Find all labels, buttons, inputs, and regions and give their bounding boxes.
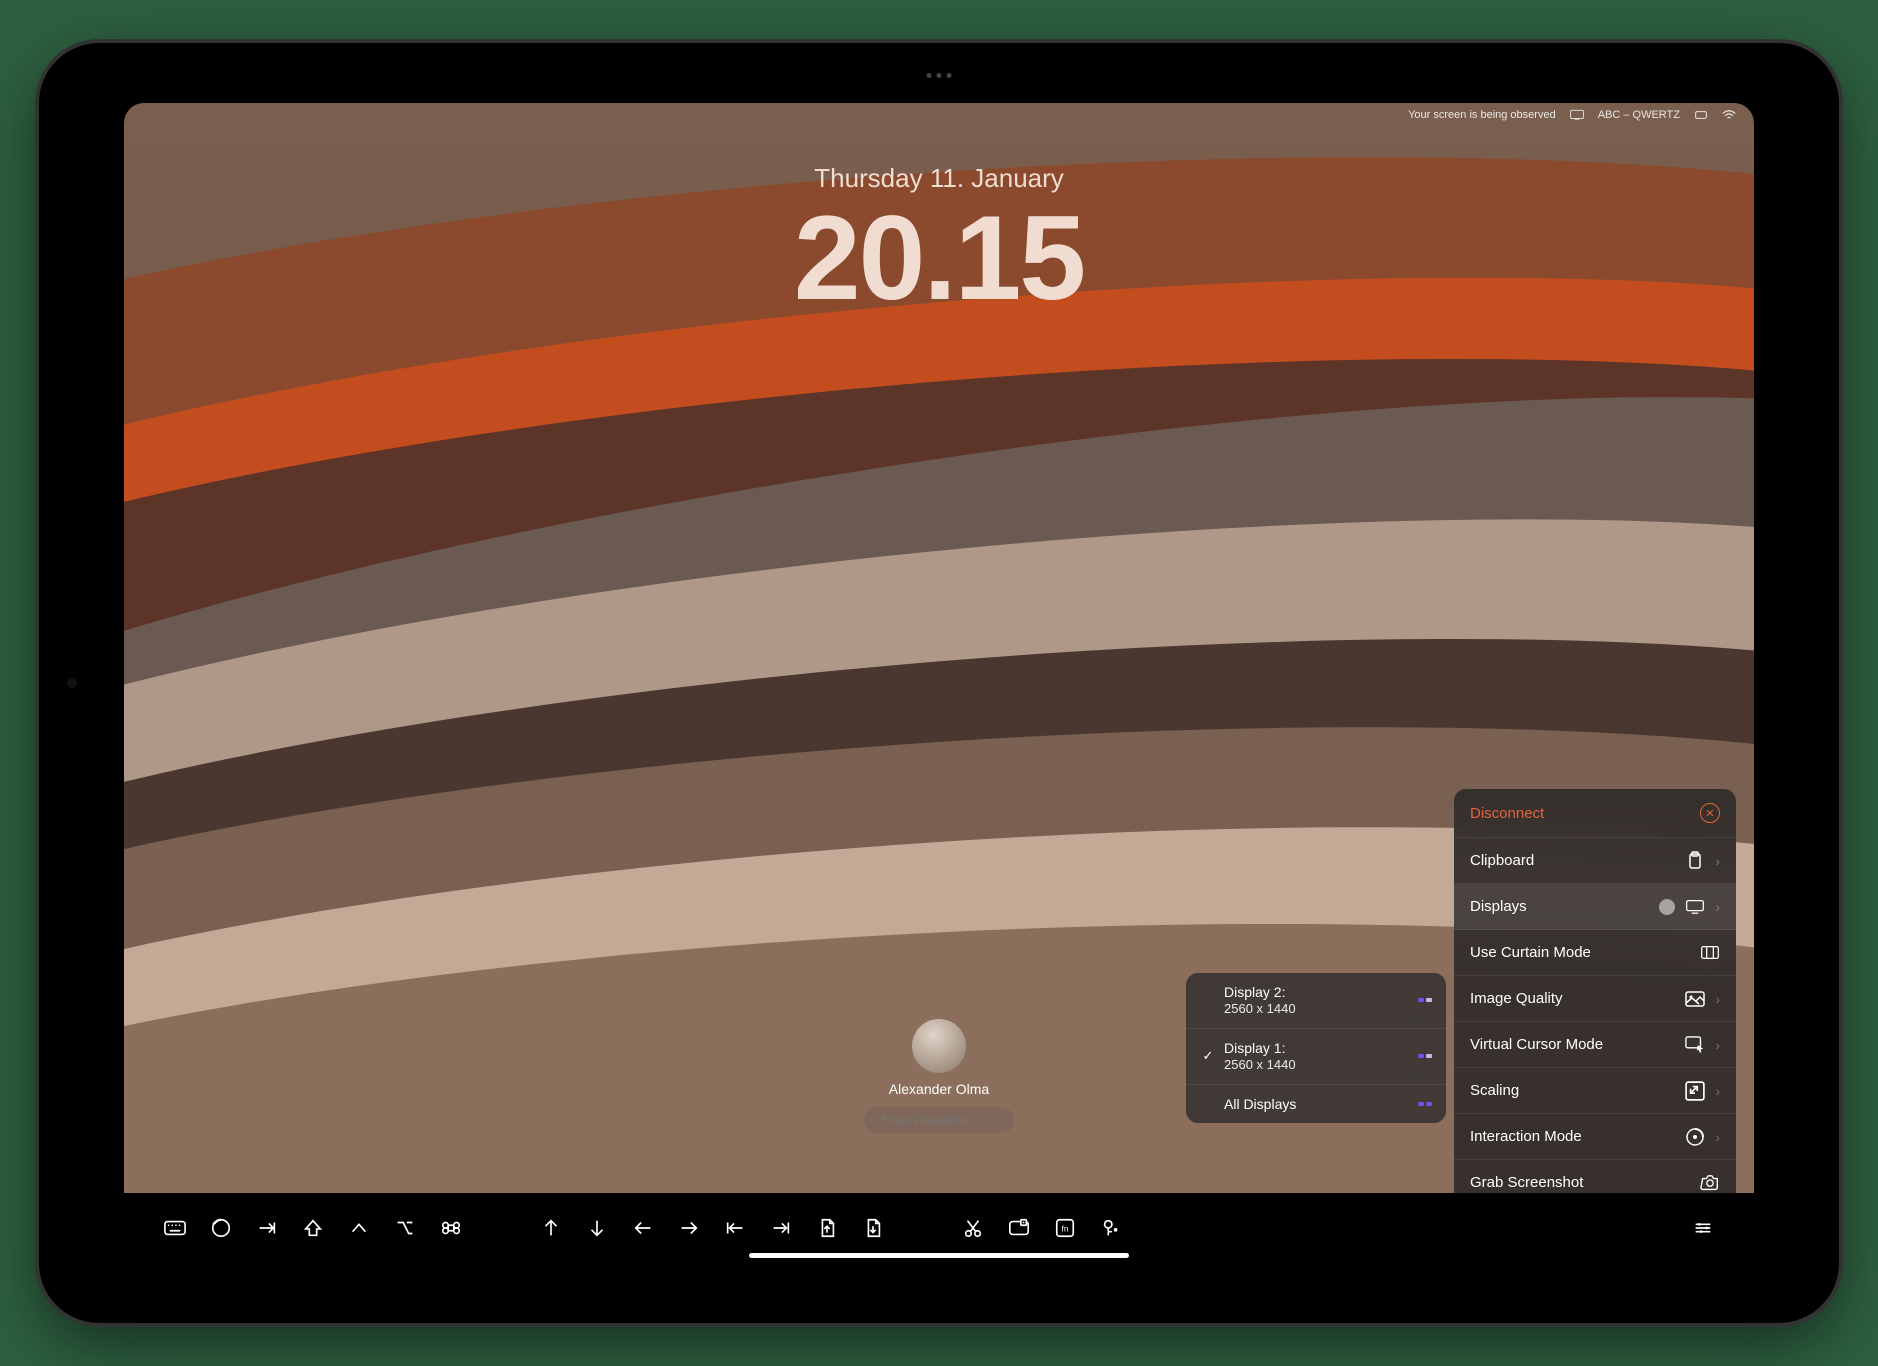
remote-desktop-view[interactable]: Your screen is being observed ABC – QWER… bbox=[124, 103, 1754, 1193]
arrow-up-button[interactable] bbox=[530, 1207, 572, 1249]
escape-button[interactable] bbox=[200, 1207, 242, 1249]
chevron-right-icon: › bbox=[1715, 853, 1720, 869]
wifi-icon bbox=[1722, 109, 1736, 121]
close-icon: ✕ bbox=[1700, 803, 1720, 823]
display-preview-icon bbox=[1418, 1102, 1432, 1106]
arrow-right-button[interactable] bbox=[668, 1207, 710, 1249]
page-down-button[interactable] bbox=[852, 1207, 894, 1249]
remote-menubar: Your screen is being observed ABC – QWER… bbox=[1408, 109, 1736, 121]
page-up-button[interactable] bbox=[806, 1207, 848, 1249]
keyboard-layout-text: ABC – QWERTZ bbox=[1598, 109, 1680, 121]
clipboard-row[interactable]: Clipboard › bbox=[1454, 838, 1736, 884]
interaction-mode-row[interactable]: Interaction Mode › bbox=[1454, 1114, 1736, 1160]
lockscreen-clock: Thursday 11. January 20.15 bbox=[794, 163, 1084, 318]
screen: Your screen is being observed ABC – QWER… bbox=[124, 103, 1754, 1263]
menu-button[interactable] bbox=[1682, 1207, 1724, 1249]
virtual-cursor-row[interactable]: Virtual Cursor Mode › bbox=[1454, 1022, 1736, 1068]
display-name: Display 2: bbox=[1224, 983, 1410, 1001]
observed-text: Your screen is being observed bbox=[1408, 109, 1556, 121]
observed-icon bbox=[1570, 109, 1584, 121]
tab-button[interactable] bbox=[246, 1207, 288, 1249]
fn-button[interactable]: fn bbox=[1044, 1207, 1086, 1249]
display-option-2[interactable]: Display 2: 2560 x 1440 bbox=[1186, 973, 1446, 1029]
slider-knob bbox=[1659, 899, 1675, 915]
option-button[interactable] bbox=[384, 1207, 426, 1249]
cut-button[interactable] bbox=[952, 1207, 994, 1249]
ipad-frame: Your screen is being observed ABC – QWER… bbox=[39, 43, 1839, 1323]
shift-button[interactable] bbox=[292, 1207, 334, 1249]
curtain-icon bbox=[1700, 945, 1720, 961]
image-icon bbox=[1685, 991, 1705, 1007]
shortcut-button[interactable] bbox=[1090, 1207, 1132, 1249]
arrow-down-button[interactable] bbox=[576, 1207, 618, 1249]
display-option-all[interactable]: All Displays bbox=[1186, 1085, 1446, 1123]
keyboard-input-icon bbox=[1694, 109, 1708, 121]
side-camera bbox=[67, 678, 77, 688]
display-preview-icon bbox=[1418, 998, 1432, 1002]
username-label: Alexander Olma bbox=[864, 1081, 1014, 1097]
paste-button[interactable] bbox=[998, 1207, 1040, 1249]
settings-panel: Disconnect ✕ Clipboard › Displays › bbox=[1454, 789, 1736, 1193]
bottom-toolbar: fn bbox=[124, 1193, 1754, 1263]
disconnect-button[interactable]: Disconnect ✕ bbox=[1454, 789, 1736, 838]
display-option-1[interactable]: ✓ Display 1: 2560 x 1440 bbox=[1186, 1029, 1446, 1085]
chevron-right-icon: › bbox=[1715, 991, 1720, 1007]
interaction-icon bbox=[1685, 1129, 1705, 1145]
arrow-left-button[interactable] bbox=[622, 1207, 664, 1249]
chevron-right-icon: › bbox=[1715, 1129, 1720, 1145]
display-name: All Displays bbox=[1224, 1095, 1410, 1113]
keyboard-button[interactable] bbox=[154, 1207, 196, 1249]
control-button[interactable] bbox=[338, 1207, 380, 1249]
display-resolution: 2560 x 1440 bbox=[1224, 1001, 1410, 1018]
chevron-right-icon: › bbox=[1715, 1083, 1720, 1099]
display-name: Display 1: bbox=[1224, 1039, 1410, 1057]
chevron-right-icon: › bbox=[1715, 899, 1720, 915]
chevron-right-icon: › bbox=[1715, 1037, 1720, 1053]
display-resolution: 2560 x 1440 bbox=[1224, 1057, 1410, 1074]
clipboard-icon bbox=[1685, 853, 1705, 869]
displays-submenu: Display 2: 2560 x 1440 ✓ Display 1: 2560… bbox=[1186, 973, 1446, 1123]
checkmark-icon: ✓ bbox=[1200, 1048, 1216, 1064]
scaling-icon bbox=[1685, 1083, 1705, 1099]
lockscreen-user: Alexander Olma bbox=[864, 1019, 1014, 1133]
command-button[interactable] bbox=[430, 1207, 472, 1249]
home-button[interactable] bbox=[714, 1207, 756, 1249]
front-camera-dots bbox=[927, 73, 952, 78]
display-icon bbox=[1685, 899, 1705, 915]
camera-icon bbox=[1700, 1175, 1720, 1191]
password-input[interactable] bbox=[864, 1107, 1014, 1133]
lockscreen-date: Thursday 11. January bbox=[794, 163, 1084, 194]
cursor-icon bbox=[1685, 1037, 1705, 1053]
display-preview-icon bbox=[1418, 1054, 1432, 1058]
scaling-row[interactable]: Scaling › bbox=[1454, 1068, 1736, 1114]
end-button[interactable] bbox=[760, 1207, 802, 1249]
displays-row[interactable]: Displays › bbox=[1454, 884, 1736, 930]
screenshot-row[interactable]: Grab Screenshot bbox=[1454, 1160, 1736, 1193]
image-quality-row[interactable]: Image Quality › bbox=[1454, 976, 1736, 1022]
home-indicator[interactable] bbox=[749, 1253, 1129, 1258]
lockscreen-time: 20.15 bbox=[794, 198, 1084, 318]
svg-text:fn: fn bbox=[1062, 1225, 1069, 1234]
curtain-mode-row[interactable]: Use Curtain Mode bbox=[1454, 930, 1736, 976]
avatar bbox=[912, 1019, 966, 1073]
